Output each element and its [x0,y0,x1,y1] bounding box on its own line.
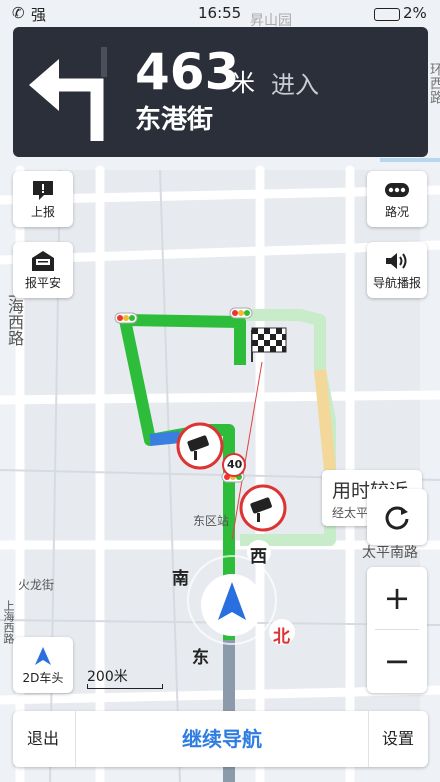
bottom-action-bar: 退出 继续导航 设置 [13,711,428,767]
report-button[interactable]: 上报 [13,171,73,227]
road-label: 火龙街 [18,578,55,592]
voice-broadcast-label: 导航播报 [372,276,421,290]
action-label: 进入 [271,71,319,99]
exit-button[interactable]: 退出 [13,711,73,767]
alt-route-subtitle: 经太平 [332,506,369,520]
traffic-label: 路况 [384,205,409,219]
speed-camera-icon [176,422,224,470]
settings-button[interactable]: 设置 [368,711,428,767]
compass-west: 西 [250,547,267,567]
report-label: 上报 [30,205,55,219]
battery-level: 2% [403,4,427,22]
continue-navigation-button[interactable]: 继续导航 [75,711,369,767]
speed-limit-value: 40 [227,458,243,471]
status-bar: ✆ 强 16:55 2% [0,0,440,26]
zoom-out-button[interactable]: − [367,630,427,692]
heading-mode-button[interactable]: 2D车头 [13,637,73,693]
report-icon [33,181,53,200]
zoom-control: + − [367,567,427,693]
traffic-button[interactable]: 路况 [367,171,427,227]
turn-instruction-banner: 463 米 进入 东港街 [13,27,428,157]
heading-mode-label: 2D车头 [22,671,64,685]
compass-south: 南 [172,569,189,589]
turn-left-icon [29,47,107,141]
next-road-name: 东港街 [135,105,214,135]
report-safe-label: 报平安 [24,276,61,290]
zoom-in-button[interactable]: + [367,567,427,629]
refresh-route-button[interactable] [367,489,427,545]
clock: 16:55 [198,4,242,22]
signal-icon: ✆ [12,4,25,22]
road-label: 上海西路 [2,600,15,644]
distance-unit: 米 [231,69,255,97]
report-safe-button[interactable]: 报平安 [13,242,73,298]
compass-north: 北 [273,627,290,647]
distance-value: 463 [135,43,240,101]
refresh-icon [385,506,409,530]
battery-icon [374,8,400,21]
envelope-icon [32,251,54,271]
scale-bar [87,684,163,689]
road-label: 环西路 [428,62,440,104]
speed-camera-icon [239,484,287,532]
scale-label: 200米 [87,669,128,685]
traffic-icon [385,183,409,197]
signal-strength: 强 [31,6,47,24]
road-label: 太平南路 [362,545,418,561]
compass-east: 东 [192,648,209,668]
voice-broadcast-button[interactable]: 导航播报 [367,242,427,298]
road-label: 东区站 [193,514,230,528]
north-arrow-icon [35,647,51,665]
speaker-icon [386,253,407,269]
